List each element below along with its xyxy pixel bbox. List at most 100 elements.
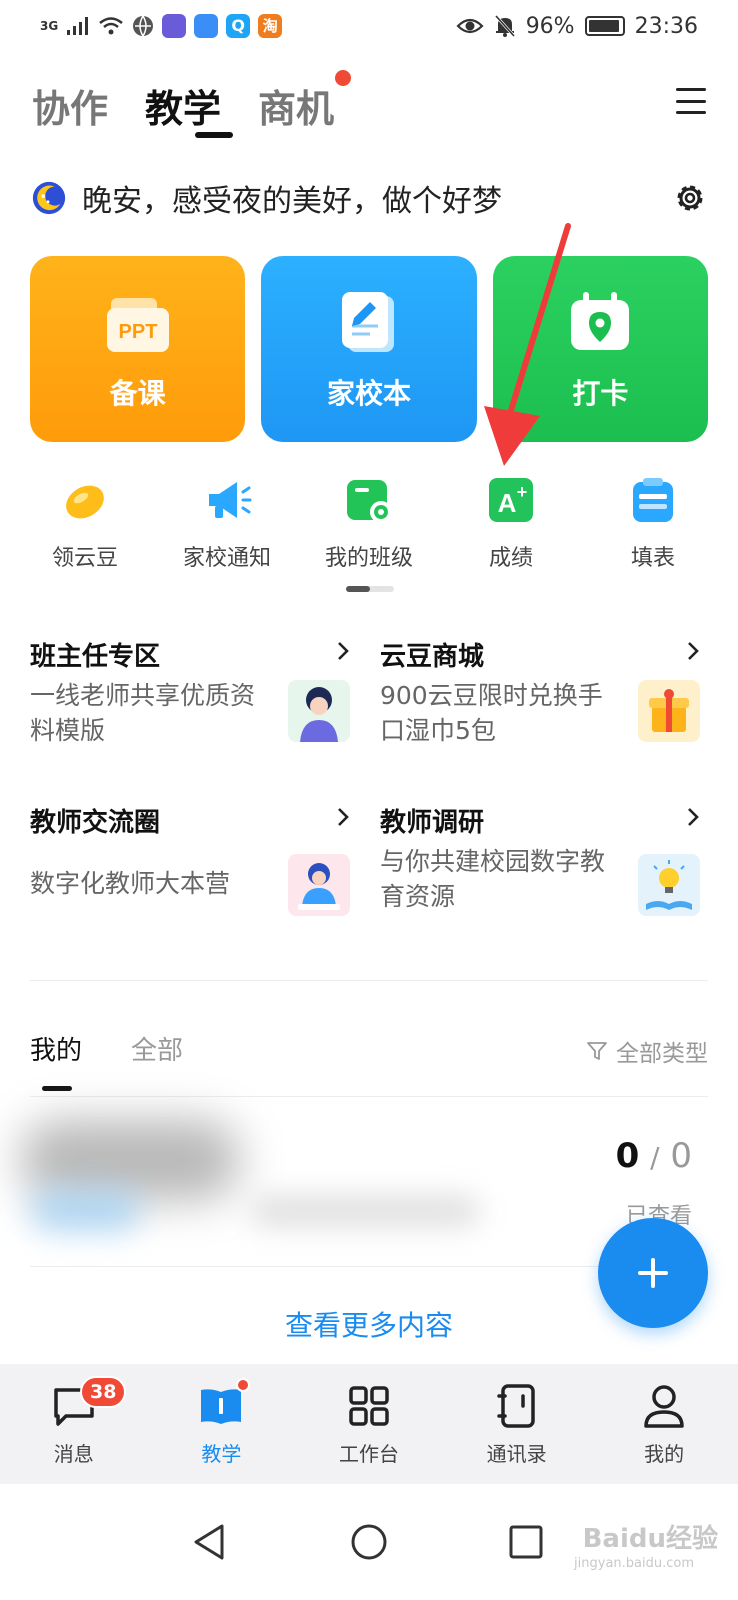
chevron-right-icon <box>338 642 349 660</box>
home-circle-icon[interactable] <box>347 1520 391 1564</box>
tool-label: 我的班级 <box>324 546 413 571</box>
tabs-divider <box>30 1096 708 1097</box>
feature-title: 教师调研 <box>380 808 485 838</box>
total-number: 0 <box>670 1136 692 1176</box>
add-button[interactable] <box>598 1218 708 1328</box>
feature-desc: 数字化教师大本营 <box>30 869 231 898</box>
nav-label: 工作台 <box>338 1442 399 1466</box>
section-divider <box>30 980 708 981</box>
system-nav-bar: Baidu经验 jingyan.baidu.com <box>0 1484 738 1600</box>
filter-icon <box>587 1042 607 1060</box>
ppt-folder-icon: PPT <box>106 298 169 352</box>
nav-label: 我的 <box>644 1442 685 1466</box>
tab-collaboration[interactable]: 协作 <box>32 78 108 133</box>
home-school-book-card[interactable]: 家校本 <box>261 256 477 442</box>
prepare-lesson-card[interactable]: PPT 备课 <box>30 256 246 442</box>
type-filter[interactable]: 全部类型 <box>586 1034 708 1068</box>
tool-label: 家校通知 <box>182 546 271 571</box>
grade-a-plus-icon: A + <box>489 478 533 522</box>
music-app-icon <box>162 14 187 38</box>
plus-icon <box>638 1258 668 1288</box>
feature-desc: 一线老师共享优质资料模版 <box>30 681 256 745</box>
tool-fill-form[interactable]: 填表 <box>582 474 724 574</box>
nav-label: 通讯录 <box>486 1442 547 1466</box>
back-triangle-icon[interactable] <box>188 1520 232 1564</box>
class-folder-icon <box>347 480 392 523</box>
teaching-unread-dot <box>235 1378 250 1392</box>
tab-mine[interactable]: 我的 <box>30 1030 82 1067</box>
feature-desc: 与你共建校园数字教育资源 <box>380 847 606 911</box>
nav-label: 教学 <box>201 1442 242 1466</box>
teacher-reading-thumbnail-icon <box>288 854 350 916</box>
business-unread-dot <box>335 70 351 86</box>
nav-messages[interactable]: 消息 38 <box>0 1364 148 1484</box>
svg-text:+: + <box>517 482 528 502</box>
nav-label: 消息 <box>53 1442 94 1466</box>
battery-percent: 96% <box>525 13 575 39</box>
clock: 23:36 <box>634 13 698 39</box>
check-in-label: 打卡 <box>572 377 629 410</box>
chevron-right-icon <box>688 642 699 660</box>
globe-icon <box>133 15 154 37</box>
active-tab-underline <box>195 132 233 138</box>
menu-icon[interactable] <box>676 88 706 114</box>
check-in-card[interactable]: 打卡 <box>492 256 708 442</box>
search-app-icon: Q <box>226 14 251 38</box>
moon-icon <box>32 181 66 215</box>
bottom-nav: 消息 38 教学 工作台 通讯录 我的 <box>0 1364 738 1484</box>
status-bar: 3G Q 淘 96% 23:36 <box>0 0 738 52</box>
baidu-watermark: Baidu经验 <box>582 1524 718 1554</box>
gear-icon[interactable] <box>672 180 708 216</box>
greeting-bar: 晚安，感受夜的美好，做个好梦 <box>30 176 708 220</box>
greeting-text: 晚安，感受夜的美好，做个好梦 <box>82 184 502 219</box>
cloud-app-icon <box>194 14 219 38</box>
gift-box-icon <box>638 680 700 742</box>
address-book-icon <box>496 1384 535 1428</box>
feature-title: 教师交流圈 <box>30 808 161 838</box>
tool-school-notice[interactable]: 家校通知 <box>156 474 298 574</box>
page-indicator <box>346 586 394 592</box>
mute-bell-icon <box>494 14 515 38</box>
tool-collect-beans[interactable]: 领云豆 <box>14 474 156 574</box>
content-tabs: 我的 全部 全部类型 <box>30 1030 708 1091</box>
tool-grades[interactable]: A + 成绩 <box>440 474 582 574</box>
feature-teacher-survey[interactable]: 教师调研 与你共建校园数字教育资源 <box>380 802 700 922</box>
battery-icon <box>584 16 625 36</box>
form-clipboard-icon <box>633 478 673 522</box>
svg-text:A: A <box>498 488 517 518</box>
recents-square-icon[interactable] <box>504 1520 548 1564</box>
feature-title: 班主任专区 <box>30 642 161 672</box>
nav-teaching[interactable]: 教学 <box>148 1364 296 1484</box>
quick-tools: 领云豆 家校通知 我的班级 A + 成绩 填表 <box>14 474 724 574</box>
status-right: 96% 23:36 <box>456 14 698 39</box>
feature-title: 云豆商城 <box>380 642 485 672</box>
nav-contacts[interactable]: 通讯录 <box>443 1364 591 1484</box>
signal-icon <box>67 17 89 35</box>
person-icon <box>644 1385 684 1428</box>
count-separator: / <box>650 1141 660 1174</box>
tab-all[interactable]: 全部 <box>131 1030 183 1067</box>
chevron-right-icon <box>338 808 349 826</box>
feature-teacher-circle[interactable]: 教师交流圈 数字化教师大本营 <box>30 802 350 922</box>
filter-label: 全部类型 <box>616 1041 708 1067</box>
eye-icon <box>456 18 484 34</box>
notebook-pencil-icon <box>341 292 394 352</box>
baidu-watermark-url: jingyan.baidu.com <box>574 1556 694 1571</box>
status-left: 3G Q 淘 <box>40 14 283 38</box>
tab-teaching[interactable]: 教学 <box>145 78 221 133</box>
nav-me[interactable]: 我的 <box>590 1364 738 1484</box>
home-school-book-label: 家校本 <box>326 377 411 410</box>
feature-head-teacher[interactable]: 班主任专区 一线老师共享优质资料模版 <box>30 636 350 756</box>
tool-my-class[interactable]: 我的班级 <box>298 474 440 574</box>
svg-text:PPT: PPT <box>118 321 157 343</box>
feature-bean-mall[interactable]: 云豆商城 900云豆限时兑换手口湿巾5包 <box>380 636 700 756</box>
megaphone-icon <box>209 482 252 518</box>
yellow-bean-icon <box>66 485 104 519</box>
teacher-avatar-thumbnail-icon <box>288 680 350 742</box>
prepare-lesson-label: 备课 <box>109 377 166 410</box>
top-tabs: 协作 教学 商机 <box>32 70 706 148</box>
tab-business[interactable]: 商机 <box>258 78 334 133</box>
nav-workbench[interactable]: 工作台 <box>295 1364 443 1484</box>
content-tab-underline <box>42 1086 72 1091</box>
lightbulb-book-icon <box>638 854 700 916</box>
